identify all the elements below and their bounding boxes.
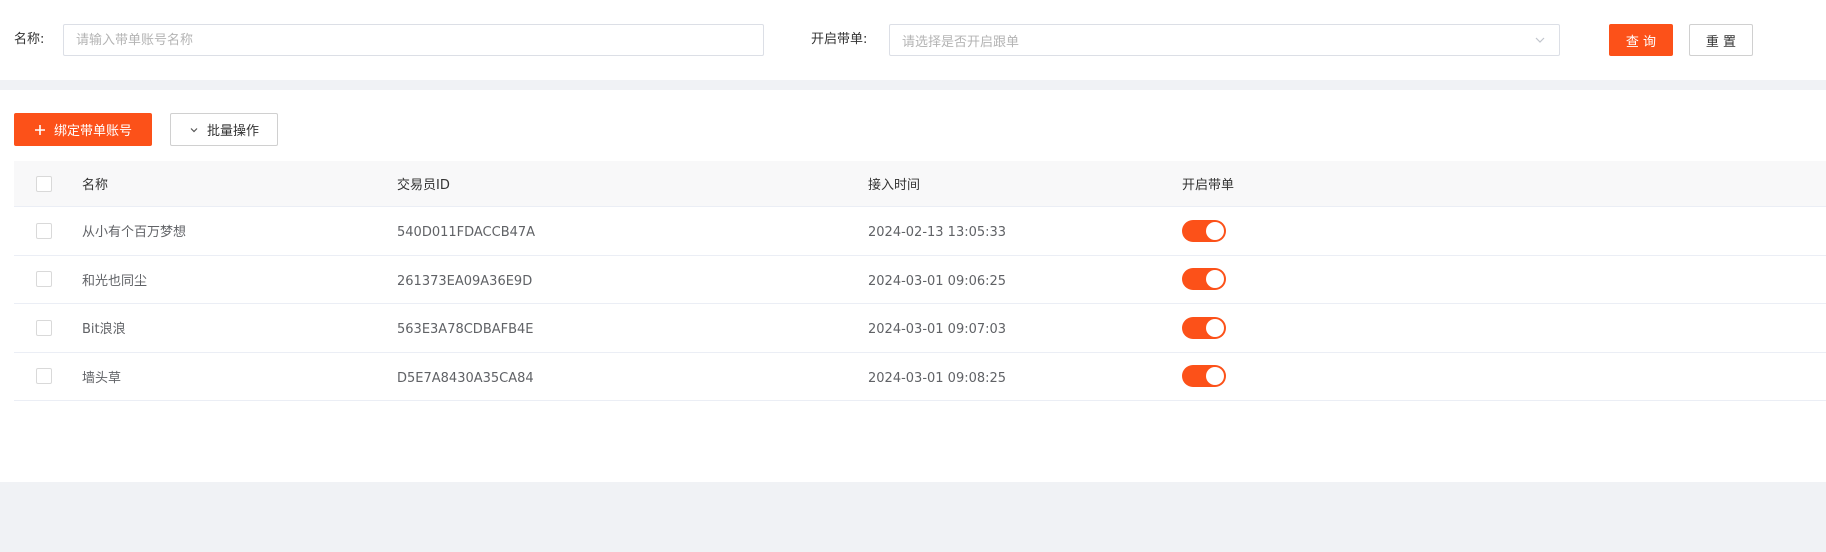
- accounts-table: 名称 交易员ID 接入时间 开启带单 从小有个百万梦想 540D011FDACC…: [14, 161, 1826, 401]
- main-card: 绑定带单账号 批量操作 名称 交易员ID 接入时间 开启带单 从小有个百万梦想 …: [0, 90, 1826, 482]
- reset-button[interactable]: 重 置: [1689, 24, 1753, 56]
- bind-account-label: 绑定带单账号: [53, 124, 132, 139]
- enable-select-placeholder: 请选择是否开启跟单: [902, 34, 1020, 50]
- toggle-knob: [1206, 221, 1224, 240]
- row-join-time: 2024-03-01 09:08:25: [868, 370, 1007, 386]
- bind-account-button[interactable]: 绑定带单账号: [14, 113, 152, 146]
- toggle-knob: [1206, 270, 1224, 289]
- row-trader-id: 261373EA09A36E9D: [397, 273, 533, 289]
- enable-toggle[interactable]: [1182, 316, 1226, 339]
- row-checkbox[interactable]: [36, 271, 52, 288]
- table-row: 墙头草 D5E7A8430A35CA84 2024-03-01 09:08:25: [14, 352, 1826, 401]
- select-all-checkbox[interactable]: [36, 175, 52, 192]
- table-row: Bit浪浪 563E3A78CDBAFB4E 2024-03-01 09:07:…: [14, 304, 1826, 353]
- toggle-knob: [1206, 318, 1224, 337]
- row-join-time: 2024-03-01 09:07:03: [868, 322, 1007, 338]
- toggle-knob: [1206, 367, 1224, 386]
- enable-filter-label: 开启带单:: [811, 32, 868, 47]
- enable-toggle[interactable]: [1182, 365, 1226, 388]
- query-button[interactable]: 查 询: [1609, 24, 1673, 56]
- enable-toggle[interactable]: [1182, 268, 1226, 291]
- row-checkbox[interactable]: [36, 222, 52, 239]
- row-join-time: 2024-02-13 13:05:33: [868, 225, 1007, 241]
- name-search-input[interactable]: [63, 24, 764, 56]
- header-join-time: 接入时间: [868, 178, 921, 193]
- chevron-down-icon: [189, 125, 199, 135]
- filter-bar: 名称: 开启带单: 请选择是否开启跟单 查 询 重 置: [0, 0, 1826, 80]
- batch-operation-label: 批量操作: [206, 124, 259, 139]
- row-trader-id: D5E7A8430A35CA84: [397, 370, 534, 386]
- plus-icon: [34, 124, 46, 136]
- batch-operation-button[interactable]: 批量操作: [170, 113, 278, 146]
- table-row: 从小有个百万梦想 540D011FDACCB47A 2024-02-13 13:…: [14, 207, 1826, 256]
- row-checkbox[interactable]: [36, 368, 52, 385]
- name-filter-label: 名称:: [14, 32, 45, 47]
- header-enabled: 开启带单: [1182, 178, 1235, 193]
- row-name: 从小有个百万梦想: [82, 225, 187, 241]
- enable-select[interactable]: 请选择是否开启跟单: [889, 24, 1560, 56]
- row-trader-id: 540D011FDACCB47A: [397, 225, 536, 241]
- header-trader-id: 交易员ID: [397, 178, 450, 193]
- header-name: 名称: [82, 178, 109, 193]
- row-checkbox[interactable]: [36, 319, 52, 336]
- enable-toggle[interactable]: [1182, 219, 1226, 242]
- table-row: 和光也同尘 261373EA09A36E9D 2024-03-01 09:06:…: [14, 255, 1826, 304]
- row-trader-id: 563E3A78CDBAFB4E: [397, 322, 534, 338]
- table-header-row: 名称 交易员ID 接入时间 开启带单: [14, 161, 1826, 207]
- chevron-down-icon: [1535, 37, 1545, 43]
- row-name: 墙头草: [82, 370, 122, 386]
- row-name: Bit浪浪: [82, 322, 126, 338]
- row-name: 和光也同尘: [82, 273, 148, 289]
- row-join-time: 2024-03-01 09:06:25: [868, 273, 1007, 289]
